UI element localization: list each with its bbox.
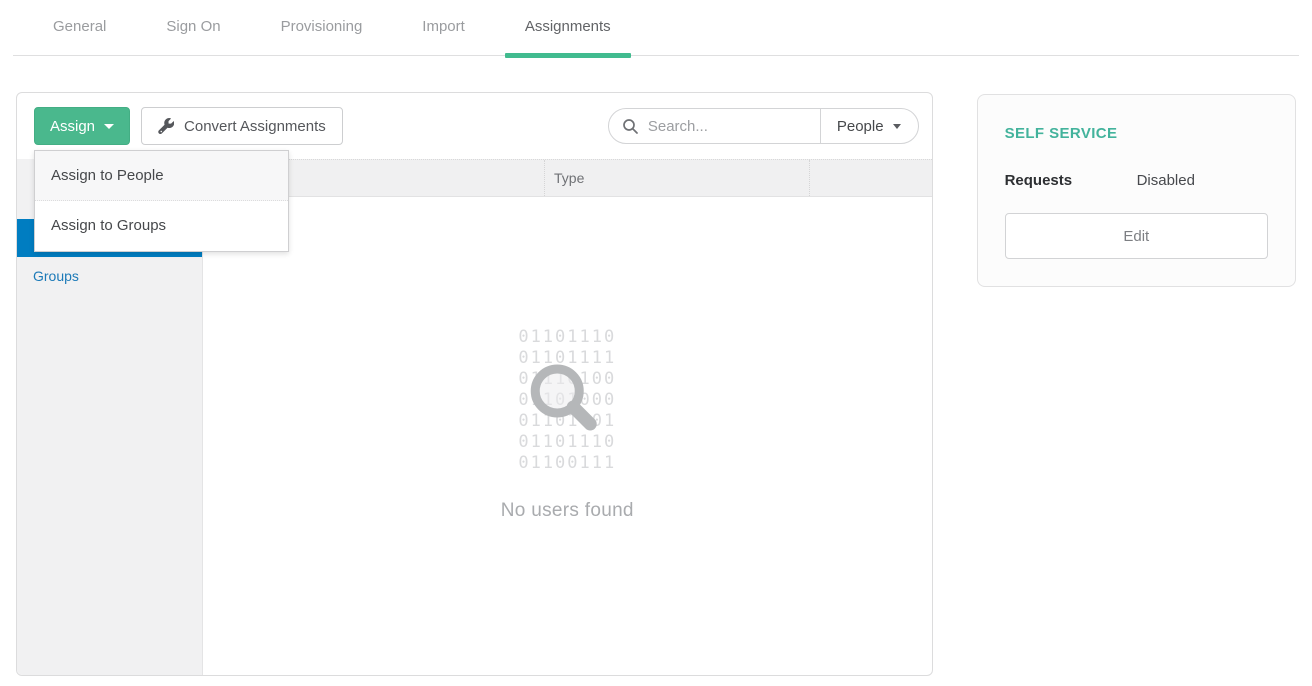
column-header-type: Type (544, 160, 809, 196)
filter-item-groups[interactable]: Groups (17, 257, 202, 295)
app-tabs: General Sign On Provisioning Import Assi… (13, 0, 1299, 56)
binary-art: 01101110 01101111 01110100 01101000 0110… (518, 327, 616, 474)
convert-assignments-label: Convert Assignments (184, 118, 326, 135)
search-box (609, 109, 821, 143)
binary-line: 01100111 (518, 453, 616, 474)
requests-value: Disabled (1137, 172, 1195, 189)
convert-assignments-button[interactable]: Convert Assignments (141, 107, 343, 145)
self-service-panel: SELF SERVICE Requests Disabled Edit (977, 94, 1296, 287)
caret-down-icon (893, 124, 901, 129)
empty-state-message: No users found (203, 500, 932, 522)
table-header-row: Type (203, 159, 932, 197)
assignments-panel: Assign Convert Assignments People (16, 92, 933, 676)
binary-line: 01101110 (518, 327, 616, 348)
assign-button[interactable]: Assign (34, 107, 130, 145)
column-header-actions (809, 160, 932, 196)
assign-button-label: Assign (50, 118, 95, 135)
self-service-title: SELF SERVICE (1005, 125, 1268, 142)
search-scope-dropdown[interactable]: People (821, 109, 918, 143)
tab-general[interactable]: General (33, 10, 126, 55)
tab-sign-on[interactable]: Sign On (146, 10, 240, 55)
edit-button[interactable]: Edit (1005, 213, 1268, 259)
tab-import[interactable]: Import (402, 10, 485, 55)
search-group: People (608, 108, 919, 144)
magnifier-icon (519, 352, 611, 450)
tab-provisioning[interactable]: Provisioning (261, 10, 383, 55)
assignments-table: Type 01101110 01101111 01110100 01101000… (203, 159, 932, 675)
wrench-icon (158, 118, 174, 134)
requests-label: Requests (1005, 172, 1137, 189)
tab-assignments[interactable]: Assignments (505, 10, 631, 55)
search-icon (622, 118, 639, 135)
caret-down-icon (104, 124, 114, 129)
requests-row: Requests Disabled (1005, 172, 1268, 189)
menu-item-assign-to-groups[interactable]: Assign to Groups (35, 201, 288, 251)
menu-item-assign-to-people[interactable]: Assign to People (35, 151, 288, 201)
page-content: Assign Convert Assignments People (16, 92, 1296, 676)
search-input[interactable] (648, 118, 812, 135)
search-scope-value: People (837, 118, 884, 135)
empty-state: 01101110 01101111 01110100 01101000 0110… (203, 197, 932, 675)
assign-dropdown-menu: Assign to People Assign to Groups (34, 150, 289, 252)
